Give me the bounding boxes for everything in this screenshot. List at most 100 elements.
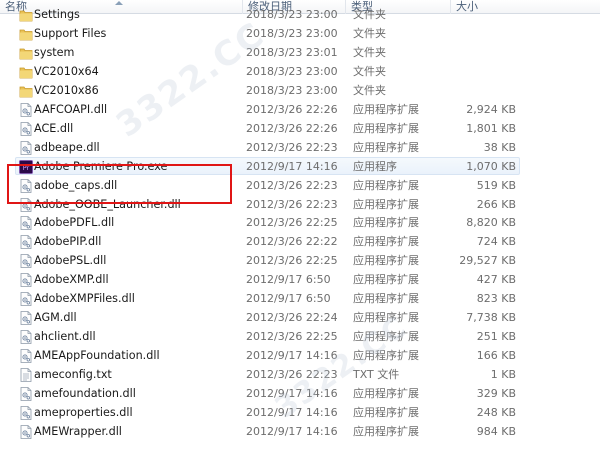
file-modified-date: 2012/3/26 22:22 [246, 235, 338, 249]
file-type: 应用程序扩展 [353, 405, 419, 419]
folder-row[interactable]: VC2010x64 2018/3/23 23:00 文件夹 [15, 62, 520, 80]
dll-file-icon [19, 215, 33, 231]
file-name: ahclient.dll [34, 330, 96, 344]
dll-file-icon [19, 140, 33, 156]
file-modified-date: 2018/3/23 23:00 [246, 64, 338, 78]
file-type: 应用程序扩展 [353, 292, 419, 306]
file-modified-date: 2012/9/17 6:50 [246, 292, 331, 306]
file-type: 文件夹 [353, 45, 386, 59]
file-name: AdobePDFL.dll [34, 216, 115, 230]
file-row[interactable]: AMEWrapper.dll 2012/9/17 14:16 应用程序扩展 984 K… [15, 422, 520, 440]
file-type: 应用程序扩展 [353, 330, 419, 344]
file-name: Settings [34, 8, 80, 21]
file-name: Support Files [34, 26, 107, 40]
file-type: 应用程序扩展 [353, 254, 419, 268]
file-type: 应用程序扩展 [353, 178, 419, 192]
file-row[interactable]: AdobeXMPFiles.dll 2012/9/17 6:50 应用程序扩展 823… [15, 289, 520, 307]
file-type: 文件夹 [353, 26, 386, 40]
svg-text:Pr: Pr [23, 164, 30, 172]
file-size: 8,820 KB [466, 216, 516, 230]
file-name: Adobe_OOBE_Launcher.dll [34, 197, 181, 211]
file-size: 266 KB [476, 197, 516, 211]
file-row[interactable]: adobe_caps.dll 2012/3/26 22:23 应用程序扩展 519 K… [15, 176, 520, 194]
file-row[interactable]: amefoundation.dll 2012/9/17 14:16 应用程序扩展 32… [15, 384, 520, 402]
file-modified-date: 2012/9/17 14:16 [246, 387, 338, 400]
file-size: 519 KB [476, 178, 516, 192]
file-size: 984 KB [476, 424, 516, 438]
file-modified-date: 2012/3/26 22:26 [246, 121, 338, 135]
dll-file-icon [19, 310, 33, 326]
file-row[interactable]: ameproperties.dll 2012/9/17 14:16 应用程序扩展 24… [15, 403, 520, 421]
folder-row[interactable]: Support Files 2018/3/23 23:00 文件夹 [15, 24, 520, 42]
file-row[interactable]: ahclient.dll 2012/3/26 22:25 应用程序扩展 251 KB [15, 327, 520, 345]
file-name: amefoundation.dll [34, 387, 136, 400]
dll-file-icon [19, 405, 33, 421]
file-row[interactable]: AAFCOAPI.dll 2012/3/26 22:26 应用程序扩展 2,924 K… [15, 100, 520, 118]
file-row[interactable]: Pr Adobe Premiere Pro.exe 2012/9/17 14:16 应… [15, 156, 520, 175]
file-type: 应用程序扩展 [353, 424, 419, 438]
file-type: 应用程序扩展 [353, 216, 419, 230]
file-name: AdobeXMP.dll [34, 273, 109, 287]
file-row[interactable]: AdobeXMP.dll 2012/9/17 6:50 应用程序扩展 427 KB [15, 270, 520, 288]
file-type: 文件夹 [353, 8, 386, 21]
file-type: 应用程序扩展 [353, 121, 419, 135]
dll-file-icon [19, 272, 33, 288]
file-modified-date: 2012/3/26 22:23 [246, 368, 338, 382]
file-size: 166 KB [476, 349, 516, 363]
file-modified-date: 2012/9/17 14:16 [246, 424, 338, 438]
txt-file-icon [19, 367, 33, 383]
file-type: 文件夹 [353, 64, 386, 78]
file-modified-date: 2018/3/23 23:01 [246, 45, 338, 59]
file-row[interactable]: Adobe_OOBE_Launcher.dll 2012/3/26 22:23 应用… [15, 195, 520, 213]
file-size: 823 KB [476, 292, 516, 306]
file-name: AdobePIP.dll [34, 235, 102, 249]
file-type: 应用程序扩展 [353, 349, 419, 363]
dll-file-icon [19, 234, 33, 250]
file-type: TXT 文件 [353, 368, 400, 382]
file-name: adobe_caps.dll [34, 178, 118, 192]
file-type: 应用程序 [353, 159, 397, 173]
dll-file-icon [19, 197, 33, 213]
dll-file-icon [19, 424, 33, 440]
folder-row[interactable]: VC2010x86 2018/3/23 23:00 文件夹 [15, 81, 520, 99]
dll-file-icon [19, 178, 33, 194]
file-type: 文件夹 [353, 83, 386, 97]
folder-icon [19, 26, 33, 42]
file-size: 7,738 KB [466, 311, 516, 325]
file-row[interactable]: AdobePDFL.dll 2012/3/26 22:25 应用程序扩展 8,820 … [15, 213, 520, 231]
file-name: ameconfig.txt [34, 368, 112, 382]
file-type: 应用程序扩展 [353, 102, 419, 116]
file-row[interactable]: ACE.dll 2012/3/26 22:26 应用程序扩展 1,801 KB [15, 119, 520, 137]
file-modified-date: 2012/3/26 22:25 [246, 216, 338, 230]
file-size: 251 KB [476, 330, 516, 344]
premiere-app-icon: Pr [19, 159, 33, 175]
file-name: AGM.dll [34, 311, 77, 325]
file-row[interactable]: AMEAppFoundation.dll 2012/9/17 14:16 应用程序扩… [15, 346, 520, 364]
folder-row[interactable]: Settings 2018/3/23 23:00 文件夹 [15, 5, 520, 23]
file-name: AMEAppFoundation.dll [34, 349, 160, 363]
file-name: AdobePSL.dll [34, 254, 107, 268]
dll-file-icon [19, 253, 33, 269]
file-row[interactable]: AGM.dll 2012/3/26 22:24 应用程序扩展 7,738 KB [15, 308, 520, 326]
file-modified-date: 2012/3/26 22:23 [246, 197, 338, 211]
file-modified-date: 2012/9/17 6:50 [246, 273, 331, 287]
file-modified-date: 2012/3/26 22:24 [246, 311, 338, 325]
file-name: AdobeXMPFiles.dll [34, 292, 135, 306]
file-size: 724 KB [476, 235, 516, 249]
file-row[interactable]: AdobePSL.dll 2012/3/26 22:25 应用程序扩展 29,527 … [15, 251, 520, 269]
file-modified-date: 2018/3/23 23:00 [246, 26, 338, 40]
file-name: VC2010x64 [34, 64, 99, 78]
file-modified-date: 2012/3/26 22:25 [246, 254, 338, 268]
file-size: 427 KB [476, 273, 516, 287]
file-size: 38 KB [483, 140, 516, 154]
file-row[interactable]: AdobePIP.dll 2012/3/26 22:22 应用程序扩展 724 KB [15, 232, 520, 250]
file-name: Adobe Premiere Pro.exe [34, 159, 168, 173]
file-type: 应用程序扩展 [353, 140, 419, 154]
folder-row[interactable]: system 2018/3/23 23:01 文件夹 [15, 43, 520, 61]
file-row[interactable]: ameconfig.txt 2012/3/26 22:23 TXT 文件 1 KB [15, 365, 520, 383]
dll-file-icon [19, 348, 33, 364]
file-type: 应用程序扩展 [353, 273, 419, 287]
file-row[interactable]: adbeape.dll 2012/3/26 22:23 应用程序扩展 38 KB [15, 138, 520, 156]
file-size: 248 KB [476, 405, 516, 419]
dll-file-icon [19, 386, 33, 402]
